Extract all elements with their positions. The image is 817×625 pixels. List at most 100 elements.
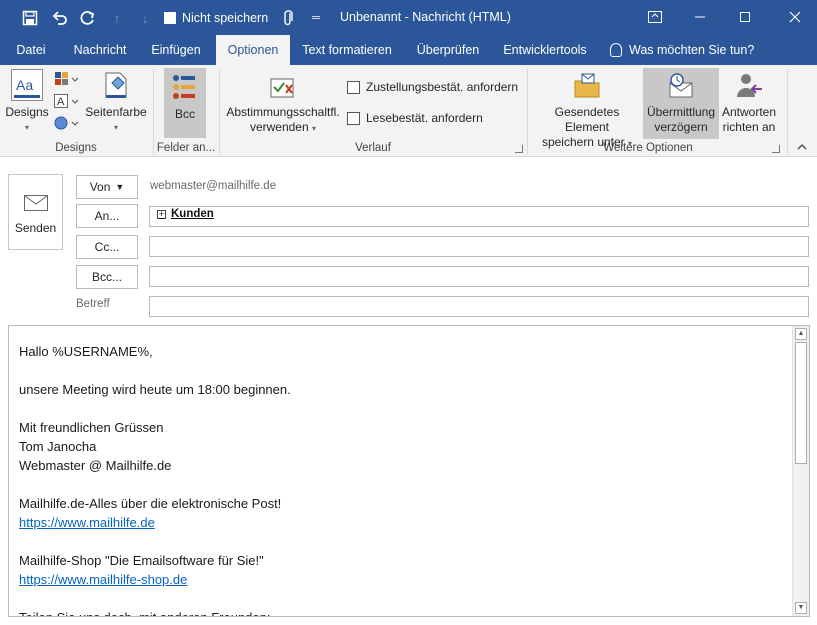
- body-line: unsere Meeting wird heute um 18:00 begin…: [19, 382, 291, 397]
- theme-effects-button[interactable]: [53, 115, 79, 133]
- body-line: [19, 361, 789, 380]
- bcc-field[interactable]: [149, 266, 809, 287]
- page-color-button[interactable]: Seitenfarbe ▾: [84, 69, 148, 137]
- designs-label: Designs: [5, 105, 49, 119]
- theme-fonts-button[interactable]: A: [53, 93, 79, 111]
- to-button[interactable]: An...: [76, 204, 138, 228]
- close-icon[interactable]: [780, 6, 810, 28]
- maximize-icon[interactable]: [730, 6, 760, 28]
- direct-replies-icon: [734, 71, 764, 101]
- recipient-group[interactable]: + Kunden: [157, 208, 214, 220]
- tell-me-box[interactable]: Was möchten Sie tun?: [610, 35, 754, 65]
- chevron-down-icon: ▼: [115, 182, 125, 192]
- read-receipt-label: Lesebestät. anfordern: [366, 111, 483, 125]
- from-address: webmaster@mailhilfe.de: [150, 180, 277, 192]
- dont-save-checkbox[interactable]: Nicht speichern: [164, 8, 276, 28]
- checkbox-icon: [164, 12, 176, 24]
- tab-datei[interactable]: Datei: [8, 35, 54, 65]
- message-text[interactable]: Hallo %USERNAME%, unsere Meeting wird he…: [19, 342, 789, 616]
- subject-label: Betreff: [76, 298, 110, 310]
- scroll-down-icon[interactable]: ▼: [795, 602, 807, 614]
- window-title: Unbenannt - Nachricht (HTML): [340, 10, 511, 24]
- link-mailhilfe[interactable]: https://www.mailhilfe.de: [19, 515, 155, 530]
- tab-einfuegen[interactable]: Einfügen: [144, 35, 208, 65]
- group-label-tracking: Verlauf: [355, 142, 391, 154]
- delivery-receipt-label: Zustellungsbestät. anfordern: [366, 80, 519, 94]
- body-line: Mailhilfe.de-Alles über die elektronisch…: [19, 496, 282, 511]
- save-sent-item-button[interactable]: Gesendetes Element speichern unter ▾: [532, 71, 642, 149]
- tab-ueberpruefen[interactable]: Überprüfen: [408, 35, 488, 65]
- ribbon: Aa Designs ▾ A Seitenfarbe ▾ Designs Bcc…: [0, 65, 817, 157]
- dialog-launcher-icon[interactable]: [772, 145, 780, 153]
- send-button[interactable]: Senden: [8, 174, 63, 250]
- dialog-launcher-icon[interactable]: [515, 145, 523, 153]
- minimize-icon[interactable]: [685, 6, 715, 28]
- ribbon-display-options-icon[interactable]: [640, 6, 670, 28]
- body-line: Mit freundlichen Grüssen: [19, 420, 164, 435]
- delay-delivery-label: Übermittlung: [646, 105, 716, 119]
- save-icon[interactable]: [20, 8, 40, 28]
- scroll-up-icon[interactable]: ▲: [795, 328, 807, 340]
- chevron-down-icon: ▾: [24, 123, 29, 132]
- direct-replies-label-2: richten an: [722, 120, 776, 134]
- checkbox-icon: [347, 80, 360, 94]
- direct-replies-label: Antworten: [721, 105, 777, 119]
- customize-quick-access-icon[interactable]: ═: [308, 8, 324, 28]
- tab-nachricht[interactable]: Nachricht: [64, 35, 136, 65]
- scrollbar-thumb[interactable]: [795, 342, 807, 464]
- read-receipt-checkbox[interactable]: Lesebestät. anfordern: [347, 111, 483, 125]
- collapse-ribbon-icon[interactable]: [797, 143, 807, 154]
- body-line: [19, 399, 789, 418]
- vertical-scrollbar[interactable]: ▲ ▼: [792, 326, 809, 616]
- voting-buttons-button[interactable]: Abstimmungsschaltfl. verwenden ▾: [224, 71, 342, 139]
- link-mailhilfe-shop[interactable]: https://www.mailhilfe-shop.de: [19, 572, 187, 587]
- delay-delivery-icon: [666, 71, 696, 101]
- cc-field[interactable]: [149, 236, 809, 257]
- voting-icon: [268, 71, 298, 101]
- arrow-up-icon: ↑: [113, 10, 121, 26]
- bcc-icon: [171, 73, 199, 103]
- bcc-button[interactable]: Bcc...: [76, 265, 138, 289]
- cc-button[interactable]: Cc...: [76, 235, 138, 259]
- redo-icon[interactable]: [78, 8, 98, 28]
- message-body[interactable]: Hallo %USERNAME%, unsere Meeting wird he…: [8, 325, 810, 617]
- undo-icon[interactable]: [50, 8, 70, 28]
- designs-icon: Aa: [11, 69, 43, 101]
- theme-colors-button[interactable]: [53, 71, 79, 89]
- body-line: [19, 589, 789, 608]
- save-sent-label: Gesendetes Element: [554, 105, 620, 134]
- checkbox-icon: [347, 111, 360, 125]
- subject-field[interactable]: [149, 296, 809, 317]
- ribbon-tabs: Datei Nachricht Einfügen Optionen Text f…: [0, 35, 817, 65]
- arrow-down-icon: ↓: [141, 10, 149, 26]
- page-color-label: Seitenfarbe: [85, 105, 147, 119]
- delivery-receipt-checkbox[interactable]: Zustellungsbestät. anfordern: [347, 80, 518, 94]
- tab-optionen[interactable]: Optionen: [216, 35, 290, 65]
- paperclip-icon[interactable]: [280, 8, 296, 28]
- designs-button[interactable]: Aa Designs ▾: [5, 69, 49, 137]
- expand-group-icon[interactable]: +: [157, 209, 166, 219]
- bcc-toggle-label: Bcc: [174, 107, 195, 121]
- group-label-fields: Felder an...: [156, 142, 216, 154]
- from-label: Von: [89, 180, 111, 194]
- delay-delivery-button[interactable]: Übermittlung verzögern: [643, 68, 719, 139]
- body-line: [19, 532, 789, 551]
- direct-replies-button[interactable]: Antworten richten an: [719, 71, 779, 139]
- body-line: [19, 475, 789, 494]
- group-label-designs: Designs: [55, 142, 97, 154]
- to-field[interactable]: [149, 206, 809, 227]
- page-color-icon: [100, 69, 132, 101]
- tab-entwicklertools[interactable]: Entwicklertools: [498, 35, 592, 65]
- body-line: Teilen Sie uns doch, mit anderen Freunde…: [19, 608, 789, 616]
- voting-label-2: verwenden: [249, 120, 309, 134]
- delay-delivery-label-2: verzögern: [654, 120, 708, 134]
- group-label-more-options: Weitere Optionen: [603, 142, 693, 154]
- bcc-toggle-button[interactable]: Bcc: [164, 68, 206, 138]
- tab-text-formatieren[interactable]: Text formatieren: [296, 35, 398, 65]
- send-icon: [23, 195, 48, 211]
- voting-label: Abstimmungsschaltfl.: [226, 105, 340, 119]
- svg-text:A: A: [57, 96, 65, 108]
- from-button[interactable]: Von ▼: [76, 175, 138, 199]
- body-line: Tom Janocha: [19, 439, 97, 454]
- body-line: Webmaster @ Mailhilfe.de: [19, 458, 172, 473]
